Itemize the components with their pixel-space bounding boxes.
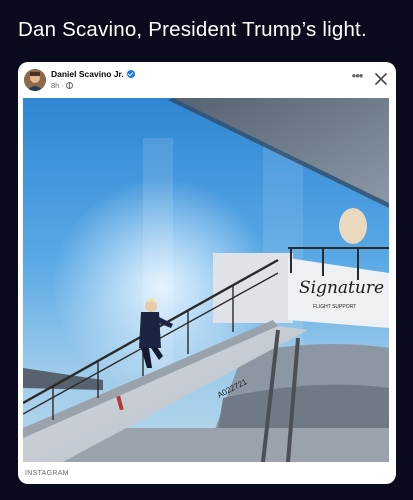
close-icon — [375, 73, 387, 85]
post-caption: Dan Scavino, President Trump’s light. — [18, 18, 367, 41]
post-photo[interactable]: Signature FLIGHT SUPPORT A022721 — [23, 98, 389, 462]
post-meta: 8h · — [51, 81, 73, 90]
globe-icon — [65, 82, 73, 89]
stair-brand-text: Signature — [299, 278, 384, 298]
post-source-label: INSTAGRAM — [25, 470, 69, 477]
author-name[interactable]: Daniel Scavino Jr. — [51, 69, 135, 79]
verified-badge-icon — [126, 70, 135, 78]
more-options-button[interactable]: ••• — [348, 68, 366, 86]
embedded-post-card[interactable]: Daniel Scavino Jr. 8h · ••• Signature FL… — [18, 62, 396, 484]
author-name-text[interactable]: Daniel Scavino Jr. — [51, 69, 124, 79]
stair-brand-sub: FLIGHT SUPPORT — [313, 304, 356, 310]
photo-illustration: Signature FLIGHT SUPPORT A022721 — [23, 98, 389, 462]
avatar[interactable] — [24, 69, 46, 91]
timestamp[interactable]: 8h · — [51, 81, 64, 90]
card-header: Daniel Scavino Jr. 8h · ••• — [18, 62, 396, 98]
more-horizontal-icon: ••• — [351, 68, 364, 83]
close-button[interactable] — [372, 70, 390, 88]
